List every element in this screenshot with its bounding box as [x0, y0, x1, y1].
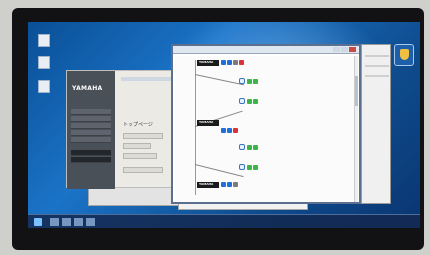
port-icon[interactable] — [233, 182, 238, 187]
panel-row — [365, 65, 389, 67]
port-icon[interactable] — [253, 145, 258, 150]
connection-line — [195, 60, 196, 195]
nav-item[interactable] — [71, 116, 111, 122]
port-icon[interactable] — [247, 145, 252, 150]
yamaha-device[interactable] — [227, 142, 273, 164]
taskbar-app-icon[interactable] — [86, 218, 95, 226]
port-icon[interactable] — [221, 60, 226, 65]
taskbar-app-icon[interactable] — [50, 218, 59, 226]
device-label: YAMAHA — [197, 60, 219, 66]
nav-item[interactable] — [71, 157, 111, 163]
start-icon[interactable] — [34, 218, 42, 226]
port-icon[interactable] — [221, 128, 226, 133]
yamaha-device[interactable]: YAMAHA — [197, 182, 243, 204]
form-field[interactable] — [123, 153, 157, 159]
minimize-button[interactable] — [333, 47, 340, 52]
device-slot-icon[interactable] — [239, 164, 245, 170]
document-icon[interactable] — [38, 80, 50, 93]
computer-icon[interactable] — [38, 34, 50, 47]
port-icon[interactable] — [253, 165, 258, 170]
port-icon[interactable] — [233, 128, 238, 133]
taskbar — [28, 214, 420, 228]
form-field[interactable] — [123, 167, 163, 173]
port-icon[interactable] — [253, 99, 258, 104]
document-icon[interactable] — [38, 56, 50, 69]
panel-row — [365, 75, 389, 77]
port-icon[interactable] — [227, 60, 232, 65]
port-icon[interactable] — [227, 128, 232, 133]
form-field[interactable] — [123, 143, 151, 149]
yamaha-device[interactable] — [227, 162, 273, 184]
maximize-button[interactable] — [341, 47, 348, 52]
port-icon[interactable] — [253, 79, 258, 84]
network-canvas[interactable]: YAMAHA YAMAHA YAMAHA — [175, 56, 357, 202]
close-button[interactable] — [349, 47, 356, 52]
browser-sidebar: YAMAHA — [67, 71, 115, 189]
port-icon[interactable] — [221, 182, 226, 187]
port-icon[interactable] — [233, 60, 238, 65]
nav-item[interactable] — [71, 109, 111, 115]
device-label: YAMAHA — [197, 120, 219, 126]
desktop-screen: YAMAHA トップページ YAMAHA YAMAHA YAMAHA — [28, 22, 420, 228]
panel-row — [365, 55, 389, 57]
port-icon[interactable] — [227, 182, 232, 187]
yamaha-logo: YAMAHA — [72, 85, 103, 92]
device-slot-icon[interactable] — [239, 78, 245, 84]
side-panel-window[interactable] — [361, 44, 391, 204]
device-label: YAMAHA — [197, 182, 219, 188]
device-slot-icon[interactable] — [239, 98, 245, 104]
scrollbar-thumb[interactable] — [355, 76, 358, 106]
nav-item[interactable] — [71, 130, 111, 136]
port-icon[interactable] — [247, 165, 252, 170]
form-field[interactable] — [123, 133, 163, 139]
browser-window[interactable]: YAMAHA トップページ — [66, 70, 178, 189]
nav-item[interactable] — [71, 137, 111, 143]
port-icon[interactable] — [247, 79, 252, 84]
port-icon[interactable] — [239, 60, 244, 65]
port-icon[interactable] — [247, 99, 252, 104]
yamaha-device[interactable] — [227, 76, 273, 98]
nav-item[interactable] — [71, 150, 111, 156]
nav-item[interactable] — [71, 123, 111, 129]
topology-editor-window[interactable]: YAMAHA YAMAHA YAMAHA — [171, 44, 361, 204]
vertical-scrollbar[interactable] — [354, 56, 358, 202]
taskbar-app-icon[interactable] — [74, 218, 83, 226]
security-gadget[interactable] — [394, 44, 414, 66]
yamaha-device[interactable]: YAMAHA — [197, 120, 243, 142]
page-title: トップページ — [123, 122, 153, 128]
shield-icon — [400, 49, 409, 60]
taskbar-app-icon[interactable] — [62, 218, 71, 226]
photo-background: YAMAHA トップページ YAMAHA YAMAHA YAMAHA — [0, 0, 430, 255]
yamaha-device[interactable] — [227, 96, 273, 118]
device-slot-icon[interactable] — [239, 144, 245, 150]
window-titlebar — [173, 46, 359, 54]
browser-caption — [121, 77, 177, 81]
